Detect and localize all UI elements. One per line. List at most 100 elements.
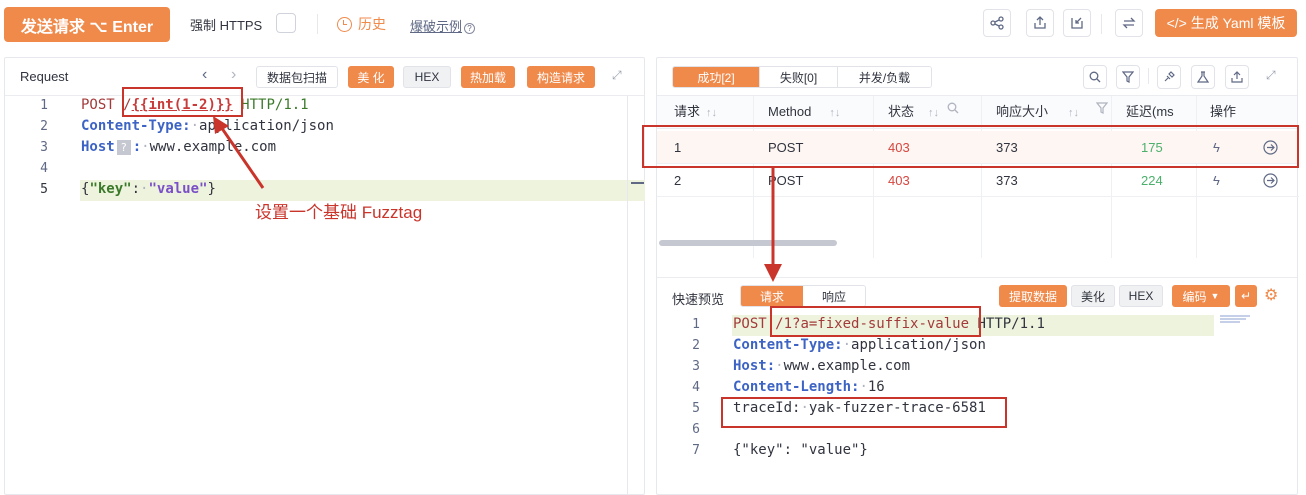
tab-request[interactable]: 请求 [741,286,803,306]
body-key: "key" [89,181,132,197]
divider [1148,68,1149,84]
header-value: application/json [851,337,986,353]
line-number: 3 [40,140,48,155]
divider [317,14,318,34]
export-icon[interactable] [1225,65,1249,89]
body-value: "value" [148,181,208,197]
preview-title: 快速预览 [672,292,725,307]
generate-yaml-button[interactable]: </> 生成 Yaml 模板 [1155,9,1297,37]
column-header: 操作 [1210,104,1237,119]
plugin-icon[interactable] [1157,65,1181,89]
cell-status: 403 [888,173,910,188]
body-text: {"key": "value"} [733,442,868,458]
beautify-button[interactable]: 美化 [1071,285,1115,307]
fuzz-example-label: 爆破示例 [410,19,463,34]
annotation-text: 设置一个基础 Fuzztag [255,203,423,222]
encode-dropdown[interactable]: 编码 ▼ [1172,285,1230,307]
history-button[interactable]: 历史 [337,14,386,34]
line-number: 7 [692,443,700,458]
request-editor[interactable]: 1 POST /{{int(1-2)}} HTTP/1.1 2 Content-… [5,96,645,494]
help-icon: ? [464,23,476,34]
hot-reload-button[interactable]: 热加载 [461,66,515,88]
beautify-button[interactable]: 美 化 [348,66,394,88]
search-icon[interactable] [947,102,959,117]
header-key: Host [81,139,115,155]
method-token: POST [81,97,115,113]
results-panel: 成功[2] 失败[0] 并发/负载 ⤢ 请求 ↑↓ Method ↑↓ 状态 ↑↓ 响… [642,57,1299,495]
line-number: 6 [692,422,700,437]
search-icon[interactable] [1083,65,1107,89]
traceid-highlight-box [721,397,1007,428]
tab-success[interactable]: 成功[2] [673,67,759,87]
header-key: Host: [733,358,776,374]
column-label: 请求 [674,104,701,119]
tab-response[interactable]: 响应 [803,286,865,306]
header-key: Content-Length: [733,379,860,395]
column-header[interactable]: 状态 ↑↓ [888,96,939,128]
header-key: Content-Type: [733,337,843,353]
clock-icon [337,16,352,32]
flask-icon[interactable] [1191,65,1215,89]
cell-id: 2 [674,173,682,188]
extract-data-button[interactable]: 提取数据 [999,285,1067,307]
force-https-checkbox[interactable] [276,13,296,33]
hex-button[interactable]: HEX [1119,285,1163,307]
column-header[interactable]: Method ↑↓ [768,96,840,128]
force-https-label: 强制 HTTPS [190,18,263,33]
share-icon[interactable] [983,9,1011,37]
results-header: 成功[2] 失败[0] 并发/负载 ⤢ [657,58,1297,96]
prev-icon[interactable]: ‹ [202,66,207,84]
line-number: 2 [692,338,700,353]
import-icon[interactable] [1063,9,1091,37]
sort-icon[interactable]: ↑↓ [829,107,840,119]
code-line: Host:·www.example.com [733,358,911,374]
line-number: 3 [692,359,700,374]
line-number: 2 [40,119,48,134]
minimap[interactable] [1220,315,1260,325]
line-number: 5 [692,401,700,416]
line-number: 1 [40,98,48,113]
build-request-button[interactable]: 构造请求 [527,66,595,88]
line-number: 4 [40,161,48,176]
result-tabs: 成功[2] 失败[0] 并发/负载 [672,66,932,88]
line-number: 1 [692,317,700,332]
gear-icon[interactable]: ⚙ [1264,285,1278,305]
arrow-right-circle-icon[interactable] [1263,173,1278,191]
request-panel-header: Request ‹ › 数据包扫描 美 化 HEX 热加载 构造请求 ⤢ [5,58,644,96]
header-value: www.example.com [783,358,911,374]
export-icon[interactable] [1026,9,1054,37]
fullscreen-icon[interactable]: ⤢ [1266,68,1276,83]
hex-button[interactable]: HEX [403,66,451,88]
line-number: 4 [692,380,700,395]
sort-icon[interactable]: ↑↓ [928,107,939,119]
sort-icon[interactable]: ↑↓ [1068,107,1079,119]
enter-icon[interactable]: ↵ [1235,285,1257,307]
column-header[interactable]: 请求 ↑↓ [674,96,717,128]
filter-icon[interactable] [1116,65,1140,89]
send-request-button[interactable]: 发送请求 ⌥ Enter [4,7,170,42]
next-icon[interactable]: › [231,66,236,84]
tab-failed[interactable]: 失败[0] [759,67,837,87]
annotation-arrow [764,168,782,282]
body-colon: : [131,181,141,197]
flash-icon[interactable]: ϟ [1213,164,1220,197]
packet-scan-button[interactable]: 数据包扫描 [256,66,338,88]
row-highlight-box [642,125,1299,168]
horizontal-scrollbar[interactable] [659,240,837,246]
line-number: 5 [40,182,48,197]
fullscreen-icon[interactable]: ⤢ [612,68,622,83]
divider [1101,14,1102,34]
protocol-token: HTTP/1.1 [232,97,309,113]
cell-latency: 224 [1141,173,1163,188]
column-header[interactable]: 响应大小 ↑↓ [996,96,1079,128]
fuzz-example-link[interactable]: 爆破示例? [410,16,476,35]
table-row[interactable]: 2 POST 403 373 224 ϟ [657,164,1299,197]
filter-icon[interactable] [1095,102,1109,117]
column-header[interactable]: 延迟(ms [1126,96,1174,128]
code-line: Content-Length:·16 [733,379,885,395]
scroll-marker [631,182,644,184]
code-line: {"key":·"value"} [81,181,216,197]
sort-icon[interactable]: ↑↓ [706,107,717,119]
tab-concurrency[interactable]: 并发/负载 [837,67,931,87]
swap-icon[interactable] [1115,9,1143,37]
